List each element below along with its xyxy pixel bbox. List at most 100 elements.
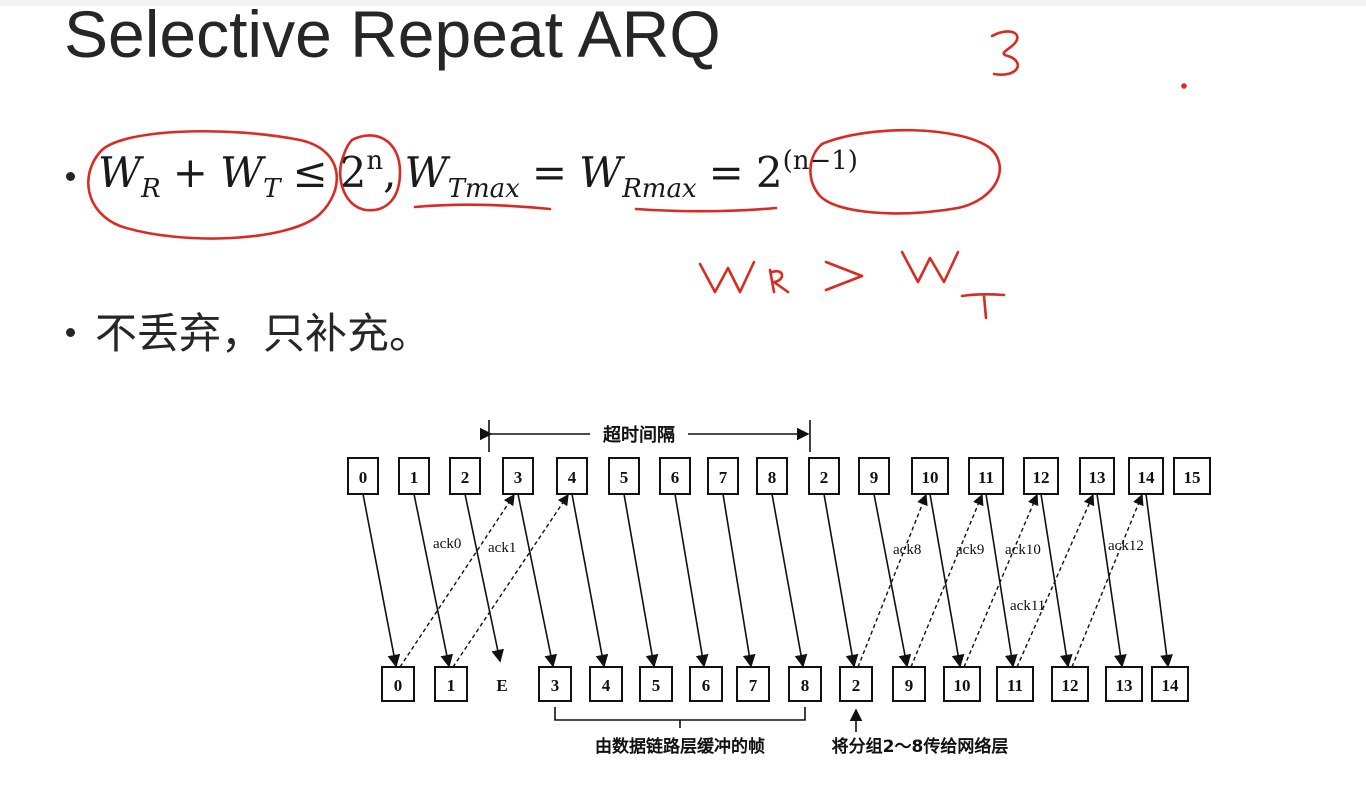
bullet-dot <box>66 172 75 181</box>
w-symbol: W <box>98 148 142 197</box>
receiver-frame-label: 11 <box>1007 676 1023 695</box>
sub-rmax: Rmax <box>622 174 697 204</box>
bullet-text-content: 不丢弃，只补充。 <box>95 310 432 357</box>
ack-label: ack9 <box>956 542 984 558</box>
ink-digit-3 <box>990 30 1020 76</box>
sender-frame-label: 14 <box>1138 468 1156 487</box>
sender-frame-label: 15 <box>1184 468 1201 487</box>
slide-title: Selective Repeat ARQ <box>64 0 721 71</box>
ack-arrow <box>857 493 928 668</box>
frame-arrow <box>1096 493 1127 668</box>
sender-frame-label: 1 <box>410 468 419 487</box>
receiver-frame-label: 5 <box>652 676 661 695</box>
ack-label: ack10 <box>1005 542 1041 558</box>
sender-frame-label: 8 <box>768 468 777 487</box>
ink-sub-r <box>768 268 790 294</box>
two: 2 <box>755 148 783 197</box>
frame-arrow <box>362 493 401 668</box>
receiver-frame-label: 13 <box>1116 676 1133 695</box>
ink-sub-t <box>960 293 1006 320</box>
ack-arrow <box>399 493 515 668</box>
deliver-label: 将分组2～8传给网络层 <box>832 736 1009 757</box>
ack-label: ack0 <box>433 536 461 552</box>
sender-frames: 0 1 2 3 4 5 6 7 8 2 9 10 11 12 13 14 15 <box>347 457 1211 495</box>
exp-n: n <box>366 146 384 176</box>
receiver-frame-label: 12 <box>1062 676 1079 695</box>
ink-w-r <box>698 260 756 294</box>
sub-t: T <box>263 174 281 204</box>
ack-arrow <box>963 493 1039 668</box>
sender-frame-label: 7 <box>719 468 728 487</box>
ack-arrow <box>1016 493 1095 668</box>
timeout-label: 超时间隔 <box>603 424 675 446</box>
frame-arrow <box>674 493 709 668</box>
sender-frame-label: 9 <box>870 468 879 487</box>
bullet-dot <box>66 328 75 338</box>
w-symbol: W <box>219 148 264 197</box>
frame-arrow <box>722 493 756 668</box>
w-symbol: W <box>579 148 623 197</box>
frame-arrow <box>1040 493 1073 668</box>
two: 2 <box>339 148 367 197</box>
frame-arrow <box>929 493 965 668</box>
sub-tmax: Tmax <box>447 174 520 204</box>
window-size-formula: WR + WT ≤2n, WTmax = WRmax = 2(n−1) <box>98 146 858 204</box>
sub-r: R <box>141 174 161 204</box>
frame-arrow <box>571 493 609 668</box>
arrows <box>362 493 1173 668</box>
ink-gt <box>824 260 864 292</box>
ink-underline-wtmax <box>413 203 552 211</box>
ack-label: ack1 <box>488 540 516 556</box>
ack-label: ack11 <box>1010 598 1045 614</box>
frame-arrow <box>1145 493 1173 668</box>
buffer-label: 由数据链路层缓冲的帧 <box>595 736 765 757</box>
diagram-labels: ack0 ack1 ack8 ack9 ack10 ack11 ack12 由数据链路层缓冲的… <box>433 536 1144 757</box>
equals-sign: = <box>708 148 744 197</box>
leq-sign: ≤ <box>292 148 328 197</box>
sender-frame-label: 10 <box>922 468 939 487</box>
sender-frame-label: 12 <box>1033 468 1050 487</box>
comma: , <box>383 148 397 197</box>
receiver-frames: 0 1 E 3 4 5 6 7 8 2 9 10 11 12 13 14 <box>381 666 1189 702</box>
frame-arrow <box>623 493 659 668</box>
exp-n-minus-1: (n−1) <box>782 146 858 176</box>
equals-sign: = <box>531 148 568 197</box>
sender-frame-label: 0 <box>359 468 368 487</box>
sender-frame-label: 13 <box>1089 468 1106 487</box>
sender-frame-label: 6 <box>671 468 680 487</box>
receiver-frame-label: 9 <box>905 676 914 695</box>
ink-w-t <box>900 250 960 284</box>
frame-arrow <box>464 493 504 663</box>
buffer-bracket <box>554 707 806 721</box>
timeout-interval: 超时间隔 <box>479 420 811 452</box>
sender-frame-label: 2 <box>461 468 470 487</box>
receiver-frame-label: 8 <box>801 676 810 695</box>
receiver-frame-label: 2 <box>852 676 861 695</box>
frame-arrow <box>771 493 808 668</box>
ink-underline-wrmax <box>634 206 778 213</box>
w-symbol: W <box>404 148 448 197</box>
frame-arrow <box>517 493 558 668</box>
receiver-frame-label: 14 <box>1162 676 1180 695</box>
sender-frame-label: 2 <box>820 468 829 487</box>
receiver-frame-label: 3 <box>551 676 560 695</box>
ack-arrow <box>910 493 984 668</box>
frame-arrow <box>413 493 454 668</box>
receiver-frame-label: 4 <box>602 676 611 695</box>
receiver-frame-label: 1 <box>447 676 456 695</box>
receiver-frame-label: 10 <box>954 676 971 695</box>
frame-arrow <box>873 493 912 668</box>
selective-repeat-diagram: 超时间隔 0 1 2 3 4 5 6 7 8 2 9 10 11 12 13 14 15 01E34567829… <box>347 420 1211 757</box>
ack-arrow <box>1071 493 1144 668</box>
frame-arrow <box>985 493 1018 668</box>
receiver-frame-label: 0 <box>394 676 403 695</box>
receiver-frame-label: E <box>496 676 507 695</box>
ink-dot <box>1181 83 1187 89</box>
receiver-frame-label: 7 <box>749 676 758 695</box>
frame-arrow <box>823 493 859 668</box>
receiver-frame-label: 6 <box>702 676 711 695</box>
bullet-text: 不丢弃，只补充。 <box>66 300 431 361</box>
sender-frame-label: 11 <box>978 468 994 487</box>
sender-frame-label: 5 <box>620 468 629 487</box>
plus-sign: + <box>172 148 208 197</box>
